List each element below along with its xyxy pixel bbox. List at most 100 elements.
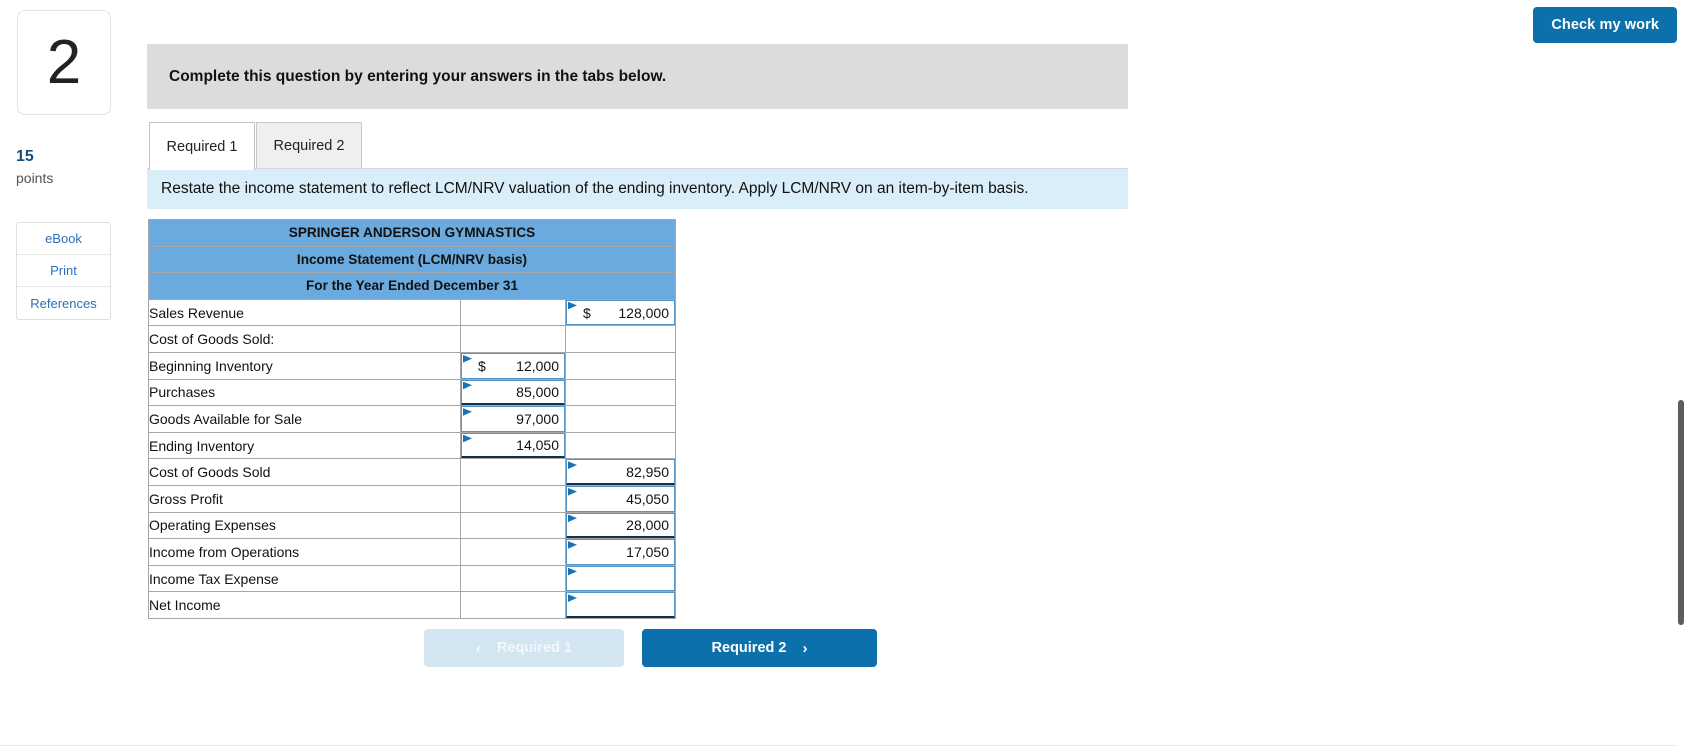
statement-row-label: Cost of Goods Sold: (148, 325, 461, 353)
statement-cell-subtotal[interactable]: 85,000 (460, 378, 566, 407)
statement-row-label: Income Tax Expense (148, 564, 461, 593)
statement-cell-subtotal[interactable]: $12,000 (460, 351, 566, 380)
tab-required-1[interactable]: Required 1 (149, 122, 255, 170)
statement-cell-total (565, 378, 676, 407)
print-link[interactable]: Print (17, 255, 110, 287)
amount-value: 85,000 (516, 383, 559, 400)
amount-value: 28,000 (626, 516, 669, 533)
statement-cell-total[interactable]: 28,000 (565, 511, 676, 540)
cell-flag-icon (568, 594, 577, 604)
prev-button-label: Required 1 (497, 640, 572, 656)
cell-flag-icon (568, 301, 577, 311)
statement-cell-subtotal (460, 484, 566, 513)
amount-input[interactable]: 28,000 (566, 512, 675, 539)
statement-title-row-3: For the Year Ended December 31 (148, 272, 676, 300)
statement-row-label: Operating Expenses (148, 511, 461, 540)
statement-subtitle: Income Statement (LCM/NRV basis) (148, 245, 676, 274)
question-page: 2 15 points eBook Print References Check… (0, 0, 1701, 753)
cell-wrapper: 97,000 (461, 406, 565, 432)
instruction-banner-text: Complete this question by entering your … (169, 67, 667, 85)
statement-cell-subtotal (460, 511, 566, 540)
statement-title-row-2: Income Statement (LCM/NRV basis) (148, 245, 676, 274)
cell-flag-icon (568, 461, 577, 471)
tab-required-1-label: Required 1 (166, 138, 238, 155)
chevron-right-icon: › (802, 639, 808, 657)
amount-value: 45,050 (626, 490, 669, 507)
statement-row: Beginning Inventory $12,000 (148, 351, 676, 380)
page-scrollbar-thumb[interactable] (1678, 400, 1684, 625)
amount-input[interactable]: $12,000 (461, 352, 565, 379)
statement-row: Purchases 85,000 (148, 378, 676, 407)
next-button-label: Required 2 (711, 640, 787, 656)
amount-value: 12,000 (516, 357, 559, 374)
statement-rows: Sales Revenue $128,000 Cost of Goods Sold:… (148, 298, 676, 619)
amount-input[interactable] (566, 565, 675, 592)
cell-flag-icon (568, 514, 577, 524)
amount-input[interactable]: 85,000 (461, 379, 565, 406)
left-rail: 2 15 points eBook Print References (0, 0, 145, 753)
statement-cell-total (565, 351, 676, 380)
statement-cell-total[interactable] (565, 591, 676, 619)
next-required-2-button[interactable]: Required 2 › (642, 629, 877, 667)
amount-value: 17,050 (626, 543, 669, 560)
amount-value: 14,050 (516, 437, 559, 454)
cell-wrapper: 14,050 (461, 432, 565, 459)
amount-value: 97,000 (516, 410, 559, 427)
references-link[interactable]: References (17, 287, 110, 319)
points-value: 15 (16, 148, 34, 165)
statement-cell-subtotal[interactable]: 14,050 (460, 431, 566, 460)
cell-wrapper: 45,050 (566, 485, 675, 512)
pagination-nav: ‹ Required 1 Required 2 › (424, 629, 884, 667)
statement-cell-total[interactable] (565, 564, 676, 593)
cell-flag-icon (463, 354, 472, 364)
statement-row: Sales Revenue $128,000 (148, 298, 676, 327)
prev-required-1-button[interactable]: ‹ Required 1 (424, 629, 624, 667)
statement-row: Cost of Goods Sold: (148, 325, 676, 353)
statement-cell-subtotal[interactable]: 97,000 (460, 405, 566, 433)
cell-flag-icon (463, 434, 472, 444)
statement-cell-total[interactable]: $128,000 (565, 298, 676, 327)
statement-cell-total (565, 325, 676, 353)
amount-input[interactable]: 14,050 (461, 432, 565, 459)
page-scrollbar-track[interactable] (1678, 0, 1701, 753)
statement-row-label: Ending Inventory (148, 431, 461, 460)
statement-row-label: Beginning Inventory (148, 351, 461, 380)
amount-input[interactable]: 45,050 (566, 485, 675, 512)
cell-wrapper: $12,000 (461, 352, 565, 379)
ebook-link[interactable]: eBook (17, 223, 110, 255)
statement-cell-total[interactable]: 45,050 (565, 484, 676, 513)
task-instruction-banner: Restate the income statement to reflect … (147, 169, 1128, 209)
statement-row: Goods Available for Sale 97,000 (148, 405, 676, 433)
statement-row-label: Goods Available for Sale (148, 405, 461, 433)
statement-row-label: Purchases (148, 378, 461, 407)
cell-flag-icon (568, 541, 577, 551)
amount-input[interactable]: 97,000 (461, 406, 565, 432)
statement-row-label: Income from Operations (148, 538, 461, 566)
statement-cell-total (565, 431, 676, 460)
amount-input[interactable]: $128,000 (566, 299, 675, 326)
tab-required-2[interactable]: Required 2 (256, 122, 362, 169)
amount-input[interactable] (566, 592, 675, 618)
question-number-box: 2 (17, 10, 111, 115)
statement-cell-total[interactable]: 17,050 (565, 538, 676, 566)
statement-row: Cost of Goods Sold 82,950 (148, 458, 676, 486)
question-number: 2 (46, 27, 82, 97)
chevron-left-icon: ‹ (476, 639, 482, 657)
statement-row-label: Cost of Goods Sold (148, 458, 461, 486)
statement-cell-subtotal (460, 564, 566, 593)
cell-wrapper (566, 565, 675, 592)
statement-row: Income from Operations 17,050 (148, 538, 676, 566)
task-instruction-text: Restate the income statement to reflect … (161, 180, 1029, 197)
statement-cell-total[interactable]: 82,950 (565, 458, 676, 486)
amount-input[interactable]: 82,950 (566, 459, 675, 485)
statement-row: Net Income (148, 591, 676, 619)
amount-input[interactable]: 17,050 (566, 539, 675, 565)
cell-wrapper: 85,000 (461, 379, 565, 406)
statement-title-row-1: SPRINGER ANDERSON GYMNASTICS (148, 219, 676, 247)
check-my-work-button[interactable]: Check my work (1533, 7, 1677, 43)
income-statement-body: SPRINGER ANDERSON GYMNASTICS Income Stat… (148, 219, 676, 300)
tool-list: eBook Print References (16, 222, 111, 320)
cell-flag-icon (463, 408, 472, 418)
cell-wrapper: 82,950 (566, 459, 675, 485)
tab-bar-rule (147, 168, 1128, 169)
